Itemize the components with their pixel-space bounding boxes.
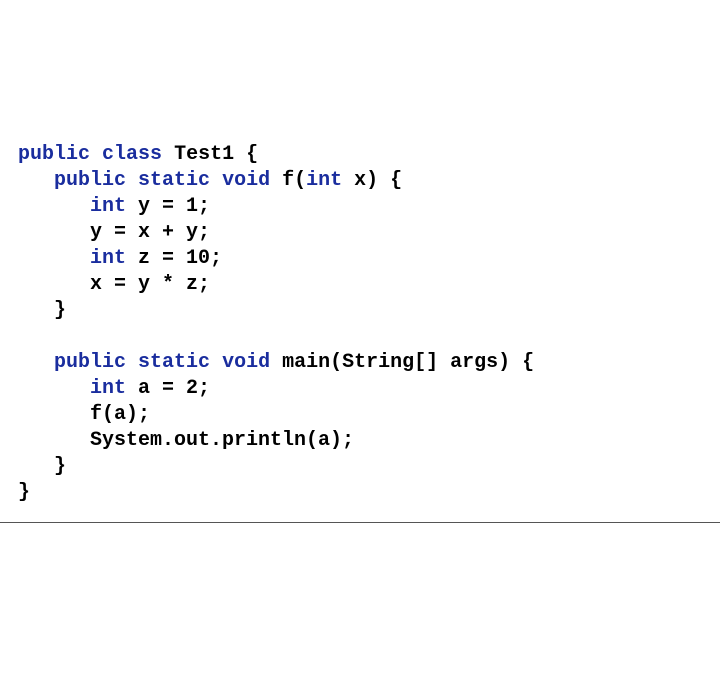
keyword-void: void [222, 351, 270, 374]
decl-a: a = 2; [126, 377, 210, 400]
divider-line [0, 522, 720, 523]
method-f-param: x) { [342, 169, 402, 192]
line-12: System.out.println(a); [18, 429, 354, 452]
indent [18, 351, 54, 374]
space [210, 169, 222, 192]
indent [18, 377, 90, 400]
indent [18, 195, 90, 218]
keyword-int: int [90, 195, 126, 218]
method-f-open: f( [270, 169, 306, 192]
space [126, 351, 138, 374]
indent [18, 169, 54, 192]
method-main-sig: main(String[] args) { [270, 351, 534, 374]
decl-y: y = 1; [126, 195, 210, 218]
line-4: y = x + y; [18, 221, 210, 244]
keyword-public: public [18, 143, 90, 166]
line-10: int a = 2; [18, 377, 210, 400]
line-11: f(a); [18, 403, 150, 426]
indent [18, 247, 90, 270]
line-7: } [18, 299, 66, 322]
space [162, 143, 174, 166]
keyword-public: public [54, 351, 126, 374]
keyword-static: static [138, 169, 210, 192]
line-13: } [18, 455, 66, 478]
line-5: int z = 10; [18, 247, 222, 270]
keyword-public: public [54, 169, 126, 192]
keyword-static: static [138, 351, 210, 374]
keyword-int: int [90, 377, 126, 400]
line-9: public static void main(String[] args) { [18, 351, 534, 374]
space [126, 169, 138, 192]
java-code-snippet: public class Test1 { public static void … [18, 116, 702, 506]
line-14: } [18, 481, 30, 504]
open-brace: { [234, 143, 258, 166]
keyword-int: int [306, 169, 342, 192]
line-1: public class Test1 { [18, 143, 258, 166]
space [90, 143, 102, 166]
keyword-int: int [90, 247, 126, 270]
decl-z: z = 10; [126, 247, 222, 270]
class-name: Test1 [174, 143, 234, 166]
line-6: x = y * z; [18, 273, 210, 296]
line-3: int y = 1; [18, 195, 210, 218]
line-2: public static void f(int x) { [18, 169, 402, 192]
space [210, 351, 222, 374]
keyword-class: class [102, 143, 162, 166]
keyword-void: void [222, 169, 270, 192]
